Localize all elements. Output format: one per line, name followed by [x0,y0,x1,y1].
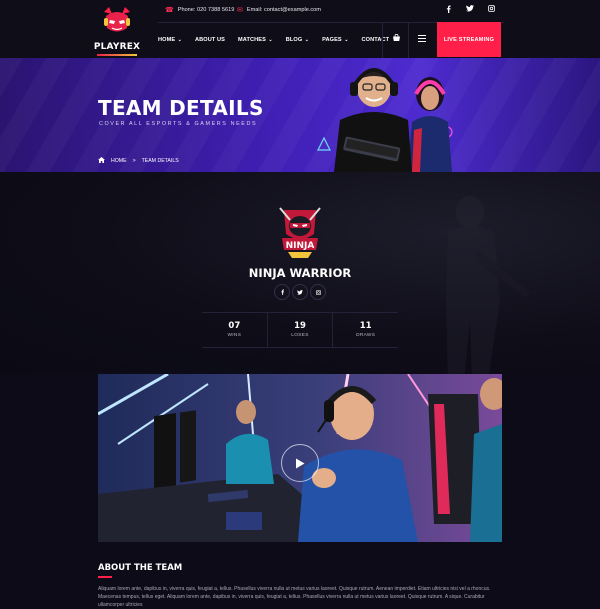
team-instagram-icon[interactable] [310,284,326,300]
brand-underline [97,54,137,56]
hamburger-menu-icon[interactable] [418,35,426,44]
main-nav: HOME ⌄ ABOUT US MATCHES ⌄ BLOG ⌄ PAGES ⌄… [158,23,402,57]
team-name: NINJA WARRIOR [248,266,352,280]
brand-name: PLAYREX [93,42,141,52]
nav-item-blog[interactable]: BLOG ⌄ [286,37,309,43]
phone-icon: ☎ [165,7,174,14]
gamer-mascot-icon [104,7,130,32]
team-twitter-icon[interactable] [292,284,308,300]
brand-logo[interactable]: PLAYREX [92,6,142,56]
nav-item-home[interactable]: HOME ⌄ [158,37,182,43]
breadcrumb-separator: > [132,158,136,164]
nav-label: ABOUT US [194,37,225,43]
nav-item-pages[interactable]: PAGES ⌄ [322,37,348,43]
soldier-silhouette-image [446,196,530,380]
nav-label: PAGES [322,37,342,43]
stat-value: 07 [228,321,241,331]
top-bar: ☎ Phone: 020 7388 5619 ✉ Email: contact@… [158,0,504,23]
logo-lettering: NINJA [286,241,315,251]
nav-item-contact[interactable]: CONTACT [362,37,390,43]
facebook-icon[interactable] [443,5,453,15]
header-divider [382,23,383,58]
stat-label: DRAWS [356,333,376,338]
header-divider [408,23,409,58]
cart-icon[interactable] [392,33,401,45]
instagram-icon[interactable] [486,5,496,14]
mail-icon: ✉ [237,7,243,14]
stat-loses: 19 LOSES [268,313,334,347]
email-text: Email: contact@example.com [246,7,321,13]
play-button[interactable] [281,444,319,482]
team-stats: 07 WINS 19 LOSES 11 DRAWS [202,312,398,348]
stat-draws: 11 DRAWS [333,313,398,347]
about-title: ABOUT THE TEAM [98,563,183,573]
breadcrumb-current: TEAM DETAILS [141,158,179,164]
phone-text: Phone: 020 7388 5619 [177,7,235,13]
chevron-down-icon: ⌄ [266,37,273,43]
stat-label: WINS [227,333,242,338]
about-text: Aliquam lorem ante, dapibus in, viverra … [98,586,491,608]
phone-contact[interactable]: ☎ Phone: 020 7388 5619 [165,6,234,14]
stat-value: 11 [359,321,372,331]
breadcrumb: HOME > TEAM DETAILS [98,157,179,165]
page-title: TEAM DETAILS [98,96,264,120]
play-icon [296,458,305,468]
nav-label: MATCHES [237,37,266,43]
nav-label: CONTACT [361,37,390,43]
home-icon [98,157,105,165]
title-underline [98,576,112,578]
nav-item-matches[interactable]: MATCHES ⌄ [238,37,273,43]
breadcrumb-home-link[interactable]: HOME [111,158,127,164]
nav-label: HOME [158,37,176,43]
stat-label: LOSES [291,333,309,338]
chevron-down-icon: ⌄ [176,37,182,43]
site-header: PLAYREX ☎ Phone: 020 7388 5619 ✉ Email: … [0,0,600,58]
stat-wins: 07 WINS [202,313,268,347]
nav-label: BLOG [285,37,303,43]
stat-value: 19 [294,321,306,331]
twitter-icon[interactable] [465,5,475,14]
team-facebook-icon[interactable] [274,284,290,300]
live-streaming-button[interactable]: LIVE STREAMING [437,22,501,57]
chevron-down-icon: ⌄ [303,37,310,43]
nav-item-about-us[interactable]: ABOUT US [195,37,225,43]
ninja-team-logo: NINJA [279,207,321,258]
page-subtitle: COVER ALL ESPORTS & GAMERS NEEDS [99,121,258,127]
page-banner: TEAM DETAILS COVER ALL ESPORTS & GAMERS … [0,58,600,172]
chevron-down-icon: ⌄ [342,37,349,43]
email-contact[interactable]: ✉ Email: contact@example.com [237,6,321,14]
gamers-photo [317,68,453,172]
